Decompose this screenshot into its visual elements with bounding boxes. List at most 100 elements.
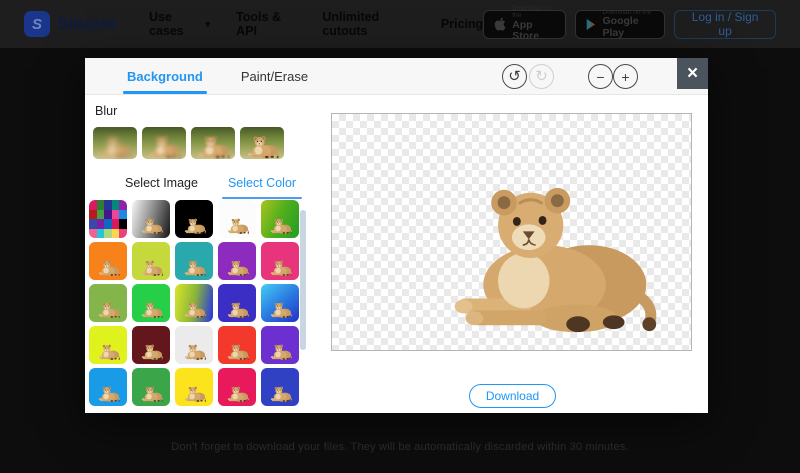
store-button-small-text: Download on the — [512, 5, 554, 19]
picker-cell — [104, 210, 112, 220]
cub-preview-icon — [225, 301, 250, 319]
color-swatch[interactable] — [175, 200, 213, 238]
cub-preview-icon — [268, 301, 293, 319]
cub-preview-icon — [139, 343, 164, 361]
auto-delete-notice: Don't forget to download your files. The… — [0, 441, 800, 453]
cub-photo — [146, 134, 182, 159]
zoom-in-icon[interactable]: + — [613, 64, 638, 89]
color-swatch[interactable] — [175, 242, 213, 280]
logo-text: Slazzer — [57, 14, 117, 34]
picker-cell — [119, 200, 127, 210]
cub-photo — [97, 134, 133, 159]
cub-preview-icon — [268, 343, 293, 361]
blur-thumbnail[interactable] — [191, 127, 235, 159]
color-picker-swatch[interactable] — [89, 200, 127, 238]
preview-canvas[interactable] — [331, 113, 692, 351]
login-signup-button[interactable]: Log in / Sign up — [674, 10, 776, 39]
picker-cell — [119, 219, 127, 229]
blur-thumbnail-image — [240, 127, 284, 159]
cub-preview-icon — [96, 343, 121, 361]
tab-background[interactable]: Background — [127, 58, 203, 94]
subtab-select-image[interactable]: Select Image — [125, 176, 198, 199]
color-swatch[interactable] — [132, 368, 170, 406]
color-swatch[interactable] — [175, 284, 213, 322]
download-button[interactable]: Download — [469, 384, 556, 408]
redo-icon[interactable]: ↻ — [529, 64, 554, 89]
cub-preview-icon — [182, 259, 207, 277]
header-actions: Download on the App Store Download on th… — [483, 10, 776, 39]
picker-cell — [89, 229, 97, 239]
color-swatch[interactable] — [175, 368, 213, 406]
cub-preview-icon — [182, 343, 207, 361]
picker-cell — [104, 200, 112, 210]
cub-preview-icon — [225, 385, 250, 403]
color-swatch[interactable] — [89, 326, 127, 364]
color-swatch[interactable] — [218, 242, 256, 280]
undo-icon[interactable]: ↺ — [502, 64, 527, 89]
google-play-icon — [586, 18, 597, 31]
cub-photo — [244, 134, 280, 159]
picker-cell — [97, 210, 105, 220]
close-icon[interactable]: × — [677, 58, 708, 89]
color-swatch[interactable] — [261, 284, 299, 322]
cub-preview-icon — [96, 301, 121, 319]
picker-cell — [112, 219, 120, 229]
store-button-big-text: Google Play — [603, 16, 655, 39]
color-swatch[interactable] — [218, 284, 256, 322]
color-swatch[interactable] — [132, 200, 170, 238]
picker-cell — [112, 210, 120, 220]
picker-cell — [119, 229, 127, 239]
cub-preview-icon — [182, 301, 207, 319]
modal-header: Background Paint/Erase ↺ ↻ − + × — [85, 58, 708, 95]
blur-thumbnail[interactable] — [93, 127, 137, 159]
picker-cell — [112, 200, 120, 210]
color-swatch[interactable] — [218, 200, 256, 238]
apple-icon — [494, 17, 506, 31]
google-play-button[interactable]: Download on the Google Play — [575, 10, 666, 39]
color-swatch-grid — [89, 200, 299, 406]
color-swatch[interactable] — [218, 368, 256, 406]
zoom-out-icon[interactable]: − — [588, 64, 613, 89]
blur-thumbnail-image — [142, 127, 186, 159]
color-swatch[interactable] — [175, 326, 213, 364]
picker-cell — [89, 219, 97, 229]
blur-thumbnail[interactable] — [142, 127, 186, 159]
blur-thumbnail[interactable] — [240, 127, 284, 159]
cub-preview-icon — [268, 259, 293, 277]
color-swatch[interactable] — [261, 242, 299, 280]
color-swatch[interactable] — [132, 242, 170, 280]
cub-preview-icon — [268, 385, 293, 403]
logo[interactable]: S Slazzer — [24, 11, 117, 37]
subtab-select-color[interactable]: Select Color — [228, 176, 296, 199]
app-store-button[interactable]: Download on the App Store — [483, 10, 565, 39]
picker-cell — [104, 219, 112, 229]
swatch-scrollbar[interactable] — [300, 210, 306, 350]
color-swatch[interactable] — [89, 368, 127, 406]
color-swatch[interactable] — [261, 368, 299, 406]
main-nav: Use cases ▾ Tools & API Unlimited cutout… — [149, 10, 483, 38]
cub-preview-icon — [182, 217, 207, 235]
color-swatch[interactable] — [89, 242, 127, 280]
cub-preview-icon — [225, 217, 250, 235]
color-swatch[interactable] — [132, 326, 170, 364]
blur-thumbnail-image — [93, 127, 137, 159]
nav-item-pricing[interactable]: Pricing — [441, 10, 483, 38]
tab-paint-erase[interactable]: Paint/Erase — [241, 58, 308, 94]
slazzer-logo-icon: S — [24, 11, 50, 37]
cub-preview-icon — [96, 385, 121, 403]
cutout-subject-image — [424, 174, 669, 342]
color-swatch[interactable] — [89, 284, 127, 322]
picker-cell — [112, 229, 120, 239]
cub-preview-icon — [182, 385, 207, 403]
cub-preview-icon — [225, 343, 250, 361]
nav-item-tools-api[interactable]: Tools & API — [236, 10, 296, 38]
picker-cell — [97, 200, 105, 210]
cub-preview-icon — [139, 259, 164, 277]
color-swatch[interactable] — [218, 326, 256, 364]
color-swatch[interactable] — [261, 200, 299, 238]
color-swatch[interactable] — [261, 326, 299, 364]
cub-preview-icon — [139, 301, 164, 319]
color-swatch[interactable] — [132, 284, 170, 322]
nav-item-unlimited-cutouts[interactable]: Unlimited cutouts — [322, 10, 415, 38]
nav-item-use-cases[interactable]: Use cases ▾ — [149, 10, 210, 38]
